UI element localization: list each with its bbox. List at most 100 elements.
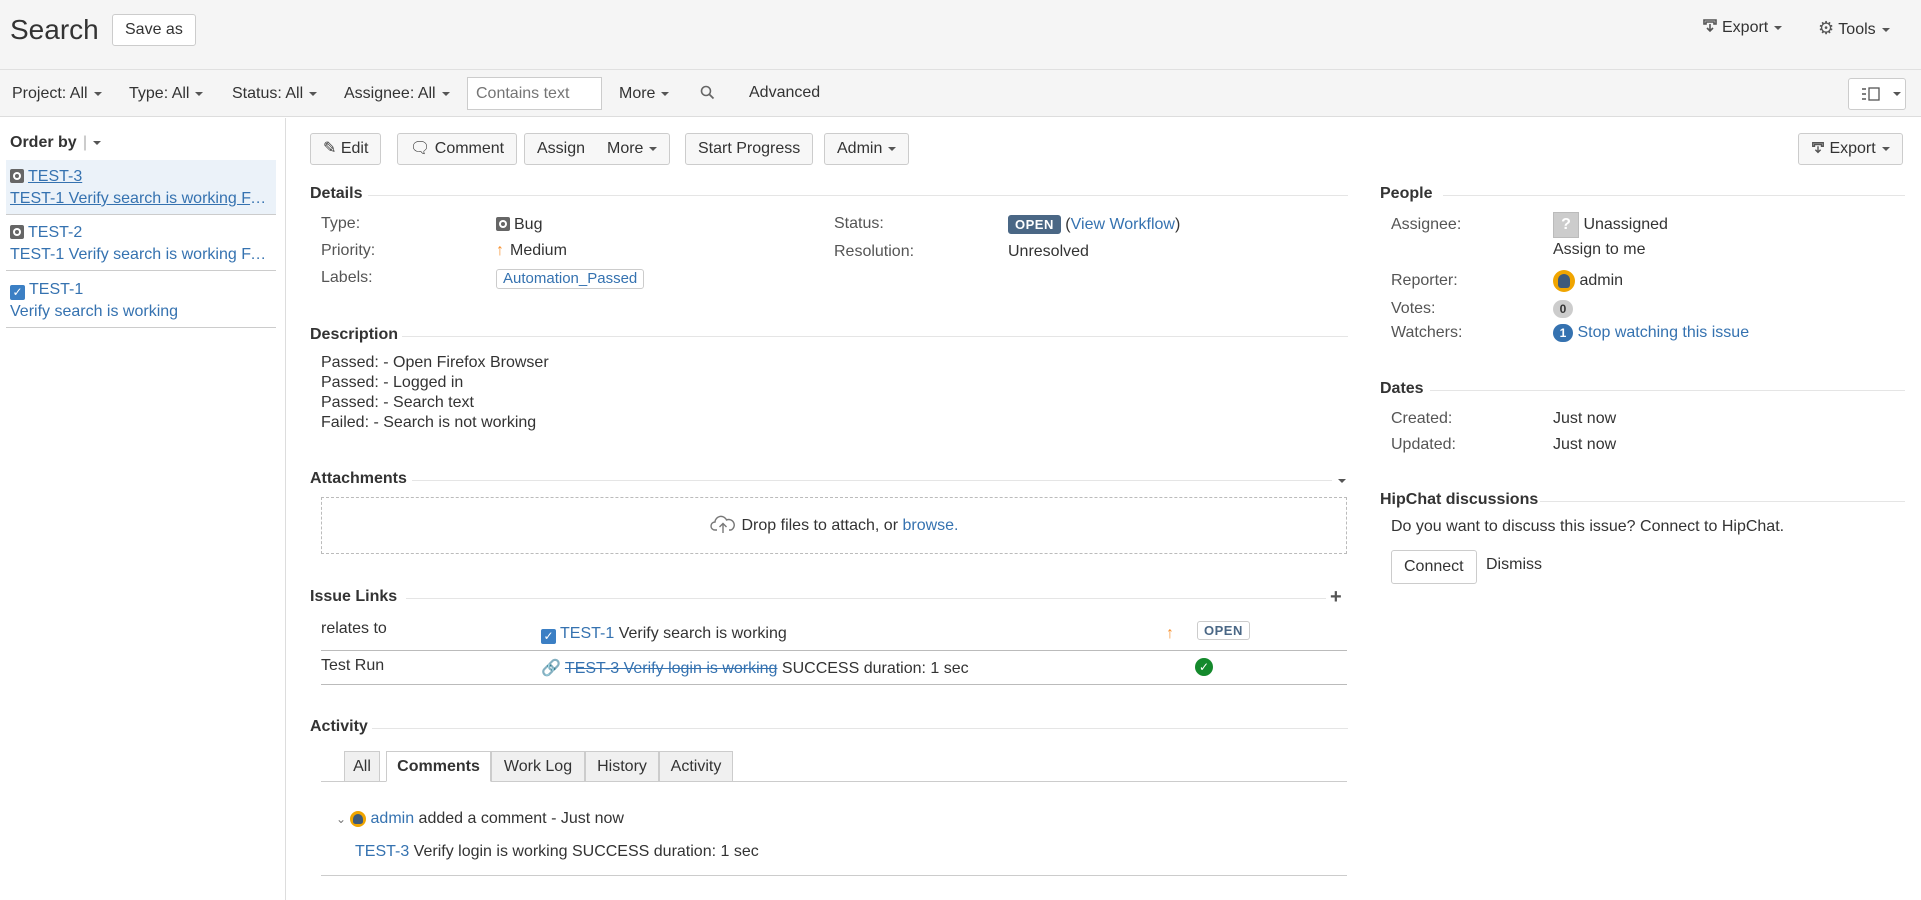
export-icon: [1812, 142, 1824, 154]
view-workflow-link[interactable]: View Workflow: [1071, 216, 1175, 233]
issue-key: TEST-2: [28, 224, 83, 241]
arrow-up-icon: ↑: [496, 242, 504, 259]
admin-menu-button[interactable]: Admin: [824, 133, 910, 165]
divider: [1540, 501, 1905, 502]
tools-menu[interactable]: ⚙ Tools: [1818, 18, 1890, 39]
search-button[interactable]: [700, 85, 715, 105]
divider: [1443, 195, 1905, 196]
remote-link-suffix: SUCCESS duration: 1 sec: [781, 660, 969, 677]
type-label: Type:: [321, 215, 361, 232]
remote-link: 🔗 TEST-3 Verify login is working SUCCESS …: [541, 658, 969, 678]
tab-activity[interactable]: Activity: [659, 751, 733, 782]
link-relation: Test Run: [321, 657, 385, 674]
save-as-button[interactable]: Save as: [112, 14, 196, 46]
list-item[interactable]: TEST-2 TEST-1 Verify search is working F…: [6, 216, 276, 271]
advanced-search-link[interactable]: Advanced: [749, 84, 820, 102]
divider: [412, 480, 1332, 481]
stop-watching-link[interactable]: Stop watching this issue: [1577, 324, 1749, 341]
more-filter[interactable]: More: [619, 85, 670, 103]
project-filter[interactable]: Project: All: [12, 85, 102, 103]
status-filter[interactable]: Status: All: [232, 85, 318, 103]
bug-icon: [496, 217, 510, 231]
linked-issue-key[interactable]: TEST-1: [560, 625, 614, 642]
link-icon: 🔗: [541, 660, 561, 677]
admin-label: Admin: [837, 140, 883, 157]
comment-header: ⌄ admin added a comment - Just now: [336, 810, 624, 828]
issue-export-button[interactable]: Export: [1798, 133, 1903, 165]
contains-text-input[interactable]: [467, 77, 602, 110]
divider: [321, 875, 1347, 876]
chevron-down-icon: [309, 91, 318, 96]
description-heading: Description: [310, 326, 399, 343]
browse-link[interactable]: browse.: [902, 517, 958, 534]
label-tag[interactable]: Automation_Passed: [496, 269, 645, 289]
assignee-text: Unassigned: [1583, 216, 1668, 234]
created-value: Just now: [1553, 410, 1617, 427]
more-filter-label: More: [619, 85, 656, 102]
task-check-icon: ✓: [10, 285, 25, 300]
connect-button[interactable]: Connect: [1391, 550, 1477, 584]
comment-action: added a comment - Just now: [414, 810, 624, 827]
remote-link-text[interactable]: TEST-3 Verify login is working: [565, 660, 778, 677]
chevron-down-icon: [649, 146, 658, 151]
chevron-down-icon: [888, 146, 897, 151]
comment-author-link[interactable]: admin: [371, 810, 415, 827]
assign-button[interactable]: Assign: [524, 133, 599, 165]
assignee-value: ? Unassigned: [1553, 212, 1668, 238]
order-by-control[interactable]: Order by |: [10, 134, 102, 152]
avatar: [350, 810, 367, 827]
tab-all[interactable]: All: [344, 751, 380, 782]
chevron-down-icon: [1881, 146, 1890, 151]
activity-heading: Activity: [310, 718, 368, 735]
comment-body: TEST-3 Verify login is working SUCCESS d…: [355, 843, 759, 861]
divider: [368, 195, 1348, 196]
drop-text: Drop files to attach, or: [741, 517, 903, 534]
chevron-down-icon[interactable]: ⌄: [336, 812, 346, 826]
priority-label: Priority:: [321, 242, 376, 259]
filter-bar: Project: All Type: All Status: All Assig…: [0, 70, 1921, 117]
divider: [402, 336, 1348, 337]
tab-comments[interactable]: Comments: [386, 751, 491, 782]
start-progress-button[interactable]: Start Progress: [685, 133, 814, 165]
resolution-label: Resolution:: [834, 243, 915, 260]
chevron-down-icon: [1893, 92, 1901, 96]
votes-value[interactable]: 0: [1553, 300, 1573, 318]
status-filter-label: Status: All: [232, 85, 304, 102]
more-label: More: [607, 140, 644, 157]
linked-issue-summary: Verify search is working: [618, 625, 787, 642]
tab-work-log[interactable]: Work Log: [491, 751, 585, 782]
export-icon: [1703, 19, 1717, 33]
tab-history[interactable]: History: [585, 751, 659, 782]
layout-switcher-button[interactable]: [1848, 78, 1906, 110]
labels-label: Labels:: [321, 269, 373, 286]
list-item[interactable]: TEST-3 TEST-1 Verify search is working F…: [6, 160, 276, 215]
chevron-down-icon: [441, 91, 450, 96]
watchers-count-badge: 1: [1553, 324, 1573, 342]
export-menu[interactable]: Export: [1702, 18, 1783, 37]
assignee-filter[interactable]: Assignee: All: [344, 85, 450, 103]
dismiss-link[interactable]: Dismiss: [1486, 556, 1542, 574]
add-link-icon[interactable]: +: [1330, 587, 1342, 607]
description-line: Passed: - Search text: [321, 394, 474, 411]
more-actions-button[interactable]: More: [595, 133, 671, 165]
divider: [1430, 390, 1905, 391]
export-label: Export: [1722, 19, 1769, 36]
type-filter-label: Type: All: [129, 85, 190, 102]
order-by-label: Order by: [10, 134, 77, 151]
chevron-down-icon[interactable]: [1338, 479, 1346, 483]
attachment-dropzone[interactable]: Drop files to attach, or browse.: [321, 497, 1347, 554]
list-item[interactable]: ✓ TEST-1 Verify search is working: [6, 273, 276, 328]
arrow-up-icon: ↑: [1166, 625, 1174, 642]
comment-text: Verify login is working SUCCESS duration…: [409, 843, 759, 860]
assign-to-me-link[interactable]: Assign to me: [1553, 241, 1645, 259]
issue-summary: TEST-1 Verify search is working FA…: [10, 190, 272, 207]
comment-issue-link[interactable]: TEST-3: [355, 843, 409, 860]
divider: [321, 684, 1347, 685]
divider: [406, 598, 1326, 599]
page-title: Search: [10, 14, 99, 45]
comment-button[interactable]: 🗨 Comment: [397, 133, 518, 165]
status-label: Status:: [834, 215, 884, 232]
issue-key: TEST-1: [29, 281, 84, 298]
edit-button[interactable]: ✎ Edit: [310, 133, 382, 165]
type-filter[interactable]: Type: All: [129, 85, 204, 103]
